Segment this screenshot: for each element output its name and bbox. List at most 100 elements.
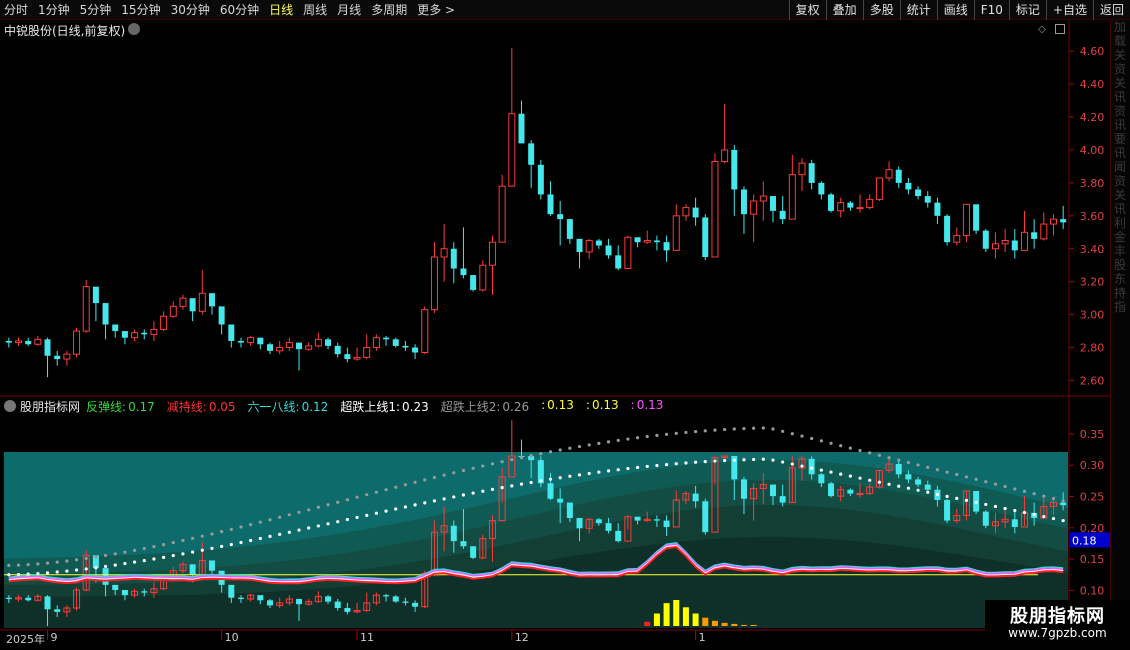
period-tab-2[interactable]: 5分钟 [80, 2, 112, 18]
ind-candle-body [296, 599, 303, 605]
dotted-line-point [45, 561, 50, 565]
dotted-line-point [568, 446, 572, 450]
dotted-line-point [94, 566, 98, 570]
period-tab-4[interactable]: 30分钟 [171, 2, 210, 18]
dotted-line-point [65, 569, 69, 573]
ind-candle-body [228, 584, 235, 598]
dotted-line-point [577, 473, 582, 477]
ind-candle-body [460, 541, 467, 547]
period-tab-1[interactable]: 1分钟 [38, 2, 70, 18]
candle-body [247, 337, 255, 344]
dotted-line-point [423, 478, 427, 482]
dotted-line-point [858, 476, 862, 480]
dotted-line-point [191, 550, 195, 554]
tool-button-5[interactable]: F10 [973, 0, 1009, 20]
dotted-line-point [336, 500, 340, 504]
dotted-line-point [162, 543, 166, 547]
price-tick-label: 3.80 [1080, 177, 1105, 190]
dotted-line-point [694, 460, 698, 464]
dotted-line-point [365, 513, 369, 517]
candle-body [982, 230, 989, 249]
dotted-line-point [403, 505, 408, 509]
side-strip-char: 丰 [1113, 244, 1126, 258]
dotted-line-point [606, 469, 611, 473]
period-tab-9[interactable]: 多周期 [371, 2, 407, 18]
candle-body [508, 113, 516, 187]
side-strip-char: 金 [1113, 230, 1126, 244]
candle-body [634, 237, 641, 243]
stock-title: 中锐股份(日线,前复权) [4, 24, 126, 38]
period-tab-8[interactable]: 月线 [337, 2, 361, 18]
tool-button-4[interactable]: 画线 [936, 0, 974, 20]
dotted-line-point [103, 553, 108, 558]
candle-body [788, 174, 796, 220]
candle-body [934, 202, 941, 216]
dotted-line-point [887, 456, 891, 460]
candle-body [875, 177, 883, 200]
dotted-line-point [345, 517, 349, 522]
candle-body [798, 162, 806, 176]
candle-body [440, 248, 448, 258]
dotted-line-point [645, 434, 649, 439]
ind-candle-body [818, 474, 825, 484]
dotted-line-point [906, 486, 911, 490]
candle-body [885, 169, 893, 179]
dotted-line-point [249, 522, 253, 527]
period-tab-6[interactable]: 日线 [269, 2, 293, 18]
candle-body [953, 235, 961, 243]
ind-candle-body [141, 591, 148, 593]
dotted-line-point [781, 429, 785, 433]
tool-button-3[interactable]: 统计 [899, 0, 937, 20]
volume-bar [750, 624, 757, 626]
volume-bar [644, 621, 651, 626]
indicator-menu-icon[interactable] [4, 400, 16, 412]
dotted-line-point [103, 564, 108, 569]
tool-button-7[interactable]: +自选 [1045, 0, 1093, 20]
dotted-line-point [326, 503, 330, 507]
dotted-line-point [26, 572, 30, 576]
candle-body [305, 345, 313, 350]
candle-body [991, 243, 999, 250]
chevron-down-icon[interactable] [128, 23, 140, 35]
dotted-line-point [74, 568, 79, 572]
dotted-line-point [655, 433, 659, 437]
period-tab-0[interactable]: 分时 [4, 2, 28, 18]
dotted-line-point [336, 520, 340, 524]
tool-button-1[interactable]: 叠加 [825, 0, 863, 20]
dotted-line-point [345, 498, 349, 502]
ind-candle-body [412, 602, 419, 607]
indicator-item-1: 减持线: 0.05 [167, 398, 242, 415]
right-toolbar: 复权 叠加 多股 统计 画线 F10 标记 +自选 返回 [788, 0, 1130, 20]
period-tab-7[interactable]: 周线 [303, 2, 327, 18]
ind-tick-label: 0.25 [1080, 491, 1105, 504]
side-info-strip[interactable]: 加载关资关讯资讯要讯闻资关讯利金丰股东持指 [1110, 20, 1130, 630]
dotted-line-point [316, 505, 320, 509]
indicator-name[interactable]: 股朋指标网 [20, 398, 80, 415]
dotted-line-point [635, 436, 640, 440]
period-tab-10[interactable]: 更多 > [417, 2, 455, 18]
dotted-line-point [16, 572, 21, 577]
diamond-icon[interactable]: ◇ [1038, 24, 1046, 35]
dotted-line-point [123, 562, 127, 566]
chart-canvas[interactable]: 2.60 2.80 3.00 3.20 3.40 3.60 3.80 4.00 4.20 4.40… [0, 0, 1130, 650]
candle-body [353, 356, 361, 360]
dotted-line-point [858, 448, 862, 453]
candle-body [421, 309, 429, 353]
watermark: 股朋指标网 www.7gpzb.com [985, 600, 1130, 650]
tool-button-8[interactable]: 返回 [1092, 0, 1130, 20]
side-strip-char: 关 [1113, 76, 1126, 90]
ind-candle-body [450, 525, 457, 542]
dotted-line-point [423, 501, 427, 505]
period-tab-5[interactable]: 60分钟 [220, 2, 259, 18]
candle-body [296, 342, 303, 350]
period-tab-3[interactable]: 15分钟 [121, 2, 160, 18]
dotted-line-point [249, 538, 253, 543]
dotted-line-point [374, 490, 378, 494]
window-icon[interactable] [1055, 24, 1065, 34]
dotted-line-point [587, 471, 591, 476]
dotted-line-point [26, 563, 30, 567]
tool-button-0[interactable]: 复权 [788, 0, 826, 20]
dotted-line-point [897, 484, 901, 488]
tool-button-6[interactable]: 标记 [1008, 0, 1046, 20]
tool-button-2[interactable]: 多股 [862, 0, 900, 20]
